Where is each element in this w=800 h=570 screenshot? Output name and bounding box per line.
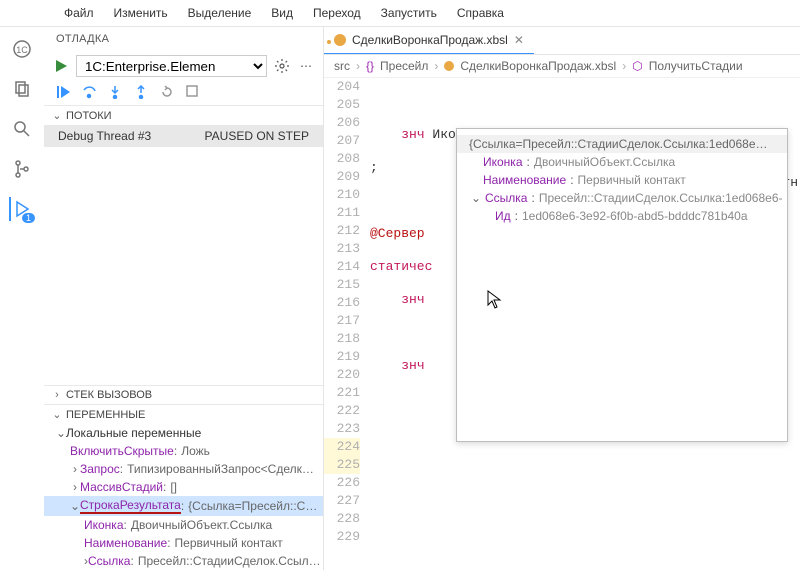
- debug-icon[interactable]: 1: [9, 197, 33, 221]
- hover-header: {Ссылка=Пресейл::СтадииСделок.Ссылка:1ed…: [457, 135, 787, 153]
- modified-dot-icon: [326, 39, 332, 45]
- chevron-down-icon: ⌄: [52, 408, 62, 421]
- namespace-icon: {}: [366, 59, 374, 73]
- step-over-button[interactable]: [82, 85, 98, 101]
- menu-edit[interactable]: Изменить: [106, 4, 176, 22]
- hover-row[interactable]: Наименование: Первичный контакт: [457, 171, 787, 189]
- start-debug-button[interactable]: [52, 57, 70, 75]
- hover-row[interactable]: Иконка: ДвоичныйОбъект.Ссылка: [457, 153, 787, 171]
- breadcrumb[interactable]: src› {}Пресейл› СделкиВоронкаПродаж.xbsl…: [324, 55, 800, 78]
- thread-state: PAUSED ON STEP: [205, 129, 309, 143]
- menu-run[interactable]: Запустить: [373, 4, 445, 22]
- step-out-button[interactable]: [134, 85, 150, 101]
- restart-button[interactable]: [160, 85, 176, 101]
- variable-row[interactable]: ВключитьСкрытые: Ложь: [44, 442, 323, 460]
- variable-row[interactable]: ›Запрос: ТипизированныйЗапрос<Сделк…: [44, 460, 323, 478]
- gear-icon[interactable]: [273, 57, 291, 75]
- callstack-header[interactable]: ›СТЕК ВЫЗОВОВ: [44, 386, 323, 404]
- debug-side-panel: ОТЛАДКА 1C:Enterprise.Elemen ⋯ ⌄ПОТОКИ D…: [44, 27, 324, 570]
- step-into-button[interactable]: [108, 85, 124, 101]
- locals-scope[interactable]: ⌄Локальные переменные: [44, 424, 323, 442]
- threads-header[interactable]: ⌄ПОТОКИ: [44, 106, 323, 125]
- tab-title: СделкиВоронкаПродаж.xbsl: [352, 33, 508, 47]
- source-control-icon[interactable]: [10, 157, 34, 181]
- menu-selection[interactable]: Выделение: [180, 4, 260, 22]
- method-icon: ⬡: [632, 59, 642, 73]
- debug-badge: 1: [22, 213, 35, 223]
- thread-row[interactable]: Debug Thread #3 PAUSED ON STEP: [44, 125, 323, 147]
- module-icon: [334, 34, 346, 46]
- variable-row[interactable]: ›МассивСтадий: []: [44, 478, 323, 496]
- variable-row[interactable]: Иконка: ДвоичныйОбъект.Ссылка: [44, 516, 323, 534]
- debug-config-select[interactable]: 1C:Enterprise.Elemen: [76, 55, 267, 77]
- menu-go[interactable]: Переход: [305, 4, 369, 22]
- menu-help[interactable]: Справка: [449, 4, 512, 22]
- search-icon[interactable]: [10, 117, 34, 141]
- menu-view[interactable]: Вид: [263, 4, 301, 22]
- variable-row-selected[interactable]: ⌄СтрокаРезультата: {Ссылка=Пресейл::С…: [44, 496, 323, 516]
- debug-toolbar: [44, 81, 323, 105]
- variable-row[interactable]: ›Ссылка: Пресейл::СтадииСделок.Ссыл…: [44, 552, 323, 570]
- editor-tab[interactable]: СделкиВоронкаПродаж.xbsl ✕: [324, 27, 534, 54]
- activity-bar: 1C 1: [0, 27, 44, 570]
- svg-text:1C: 1C: [16, 45, 28, 55]
- variables-header[interactable]: ⌄ПЕРЕМЕННЫЕ: [44, 405, 323, 424]
- stop-button[interactable]: [186, 85, 202, 101]
- menu-bar: Файл Изменить Выделение Вид Переход Запу…: [0, 0, 800, 27]
- hover-row[interactable]: ⌄ Ссылка: Пресейл::СтадииСделок.Ссылка:1…: [457, 189, 787, 207]
- chevron-right-icon: ›: [52, 389, 62, 401]
- continue-button[interactable]: [56, 85, 72, 101]
- chevron-down-icon: ⌄: [52, 109, 62, 122]
- side-title: ОТЛАДКА: [44, 27, 323, 51]
- module-icon: [444, 61, 454, 71]
- more-icon[interactable]: ⋯: [297, 57, 315, 75]
- variable-row[interactable]: Наименование: Первичный контакт: [44, 534, 323, 552]
- 1c-icon[interactable]: 1C: [10, 37, 34, 61]
- hover-row[interactable]: Ид: 1ed068e6-3e92-6f0b-abd5-bdddc781b40a: [457, 207, 787, 225]
- files-icon[interactable]: [10, 77, 34, 101]
- debug-hover-popup[interactable]: {Ссылка=Пресейл::СтадииСделок.Ссылка:1ed…: [456, 128, 788, 442]
- menu-file[interactable]: Файл: [56, 4, 102, 22]
- editor-tabs: СделкиВоронкаПродаж.xbsl ✕: [324, 27, 800, 55]
- thread-name: Debug Thread #3: [58, 129, 151, 143]
- close-icon[interactable]: ✕: [514, 33, 524, 47]
